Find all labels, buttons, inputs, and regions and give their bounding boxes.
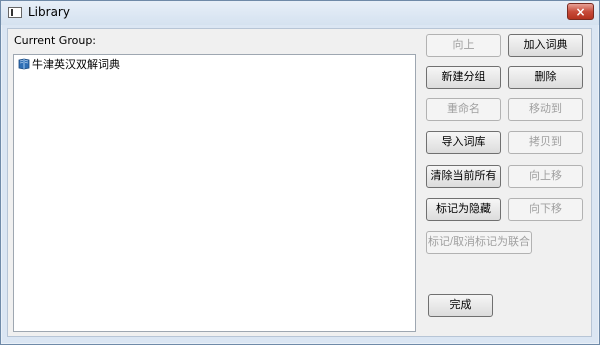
new-group-button[interactable]: 新建分组	[426, 66, 501, 89]
dictionary-list[interactable]: 牛津英汉双解词典	[13, 54, 416, 332]
clear-all-button[interactable]: 清除当前所有	[426, 165, 501, 188]
move-up-button[interactable]: 向上移	[508, 165, 583, 188]
rename-button[interactable]: 重命名	[426, 98, 501, 121]
toggle-union-button[interactable]: 标记/取消标记为联合	[426, 231, 532, 254]
delete-button[interactable]: 删除	[508, 66, 583, 89]
copy-to-button[interactable]: 拷贝到	[508, 131, 583, 154]
move-down-button[interactable]: 向下移	[508, 198, 583, 221]
move-to-button[interactable]: 移动到	[508, 98, 583, 121]
window-title: Library	[28, 5, 70, 19]
list-item-label: 牛津英汉双解词典	[32, 58, 120, 71]
list-item[interactable]: 牛津英汉双解词典	[18, 56, 120, 72]
library-window: Library × Current Group: 牛津英汉双解词典 向上 加入词…	[0, 0, 600, 345]
close-button[interactable]: ×	[567, 3, 594, 20]
current-group-label: Current Group:	[14, 34, 97, 47]
dialog-client-area: Current Group: 牛津英汉双解词典 向上 加入词典 新建分组 删除 …	[7, 28, 592, 337]
title-bar[interactable]: Library ×	[1, 1, 599, 25]
book-icon	[18, 58, 30, 70]
done-button[interactable]: 完成	[428, 294, 493, 317]
up-button[interactable]: 向上	[426, 34, 501, 57]
import-lexicon-button[interactable]: 导入词库	[426, 131, 501, 154]
window-icon	[8, 7, 22, 18]
mark-hidden-button[interactable]: 标记为隐藏	[426, 198, 501, 221]
add-dictionary-button[interactable]: 加入词典	[508, 34, 583, 57]
